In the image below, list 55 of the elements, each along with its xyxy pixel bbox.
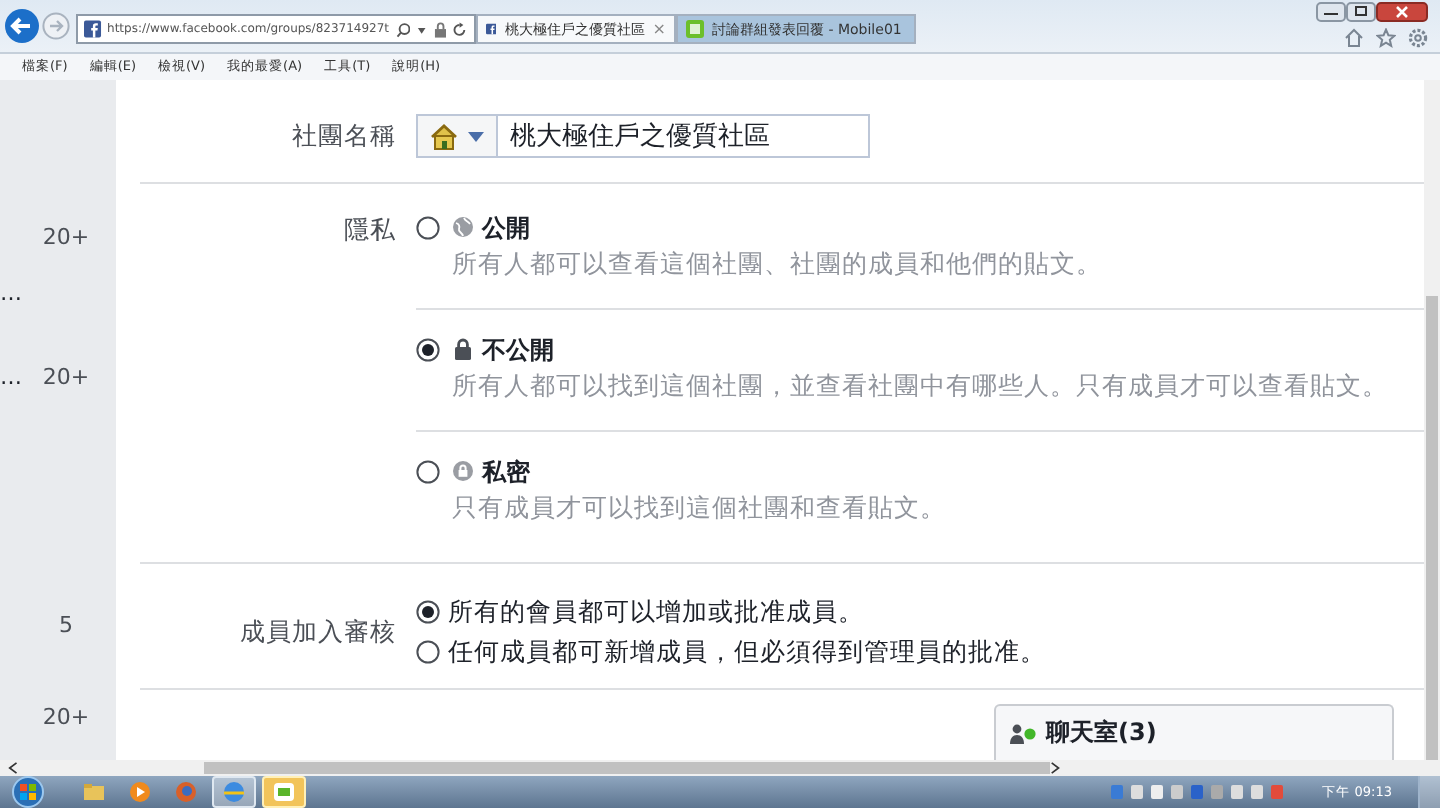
icon-picker-button[interactable] [418, 116, 498, 156]
site-icon [686, 20, 704, 39]
close-icon[interactable] [1376, 2, 1428, 22]
option-title[interactable]: 公開 [482, 211, 530, 245]
start-orb-icon[interactable] [12, 776, 44, 808]
forward-icon[interactable] [42, 12, 70, 41]
count-label: 5 [57, 611, 75, 637]
radio-button-selected[interactable] [416, 600, 440, 624]
chat-title: 聊天室(3) [1046, 716, 1157, 750]
padlock-icon [452, 338, 474, 362]
search-icon [395, 21, 411, 38]
group-name-value: 桃大極住戶之優質社區 [508, 120, 770, 154]
option-description: 所有人都可以查看這個社團、社團的成員和他們的貼文。 [450, 248, 1104, 282]
taskbar-button[interactable] [212, 776, 256, 808]
count-label: 20+ [40, 223, 92, 249]
count-label: 20+ [40, 703, 92, 729]
globe-icon [452, 216, 474, 240]
option-title[interactable]: 私密 [482, 455, 530, 489]
caret-icon [468, 131, 484, 141]
radio-button[interactable] [416, 640, 440, 664]
radio-button[interactable] [416, 460, 440, 484]
refresh-icon[interactable] [452, 21, 468, 38]
option-label[interactable]: 任何成員都可新增成員，但必須得到管理員的批准。 [448, 635, 1046, 669]
restore-icon[interactable] [1346, 2, 1376, 22]
facebook-icon [84, 20, 102, 39]
field-label: 社團名稱 [290, 119, 398, 153]
option-description: 只有成員才可以找到這個社團和查看貼文。 [450, 492, 948, 526]
house-icon [430, 123, 458, 149]
option-description: 所有人都可以找到這個社團，並查看社團中有哪些人。只有成員才可以查看貼文。 [450, 370, 1390, 404]
vertical-scrollbar[interactable] [1424, 80, 1440, 760]
radio-button-selected[interactable] [416, 338, 440, 362]
person-online-icon [1010, 723, 1036, 743]
padlock-circle-icon [452, 460, 474, 484]
field-label: 隱私 [342, 212, 398, 248]
back-icon[interactable] [4, 8, 40, 45]
folder-icon [82, 780, 106, 804]
chat-tab[interactable]: 聊天室(3) [994, 704, 1394, 760]
option-label[interactable]: 所有的會員都可以增加或批准成員。 [448, 595, 864, 629]
taskbar-button[interactable] [262, 776, 306, 808]
more-indicator: … [0, 279, 24, 305]
minimize-icon[interactable] [1316, 2, 1346, 22]
more-indicator: … [0, 363, 24, 389]
settings-icon[interactable] [1408, 28, 1428, 48]
field-label: 成員加入審核 [238, 614, 398, 650]
media-player-icon [128, 780, 152, 804]
padlock-icon [433, 21, 447, 38]
radio-button[interactable] [416, 216, 440, 240]
count-label: 20+ [40, 363, 92, 389]
facebook-icon [486, 20, 497, 39]
group-name-field[interactable]: 桃大極住戶之優質社區 [416, 114, 870, 158]
browser-icon [222, 780, 246, 804]
horizontal-scrollbar[interactable] [0, 760, 1440, 776]
star-icon[interactable] [1376, 28, 1396, 48]
chat-app-icon [272, 780, 296, 804]
option-title[interactable]: 不公開 [482, 333, 554, 367]
